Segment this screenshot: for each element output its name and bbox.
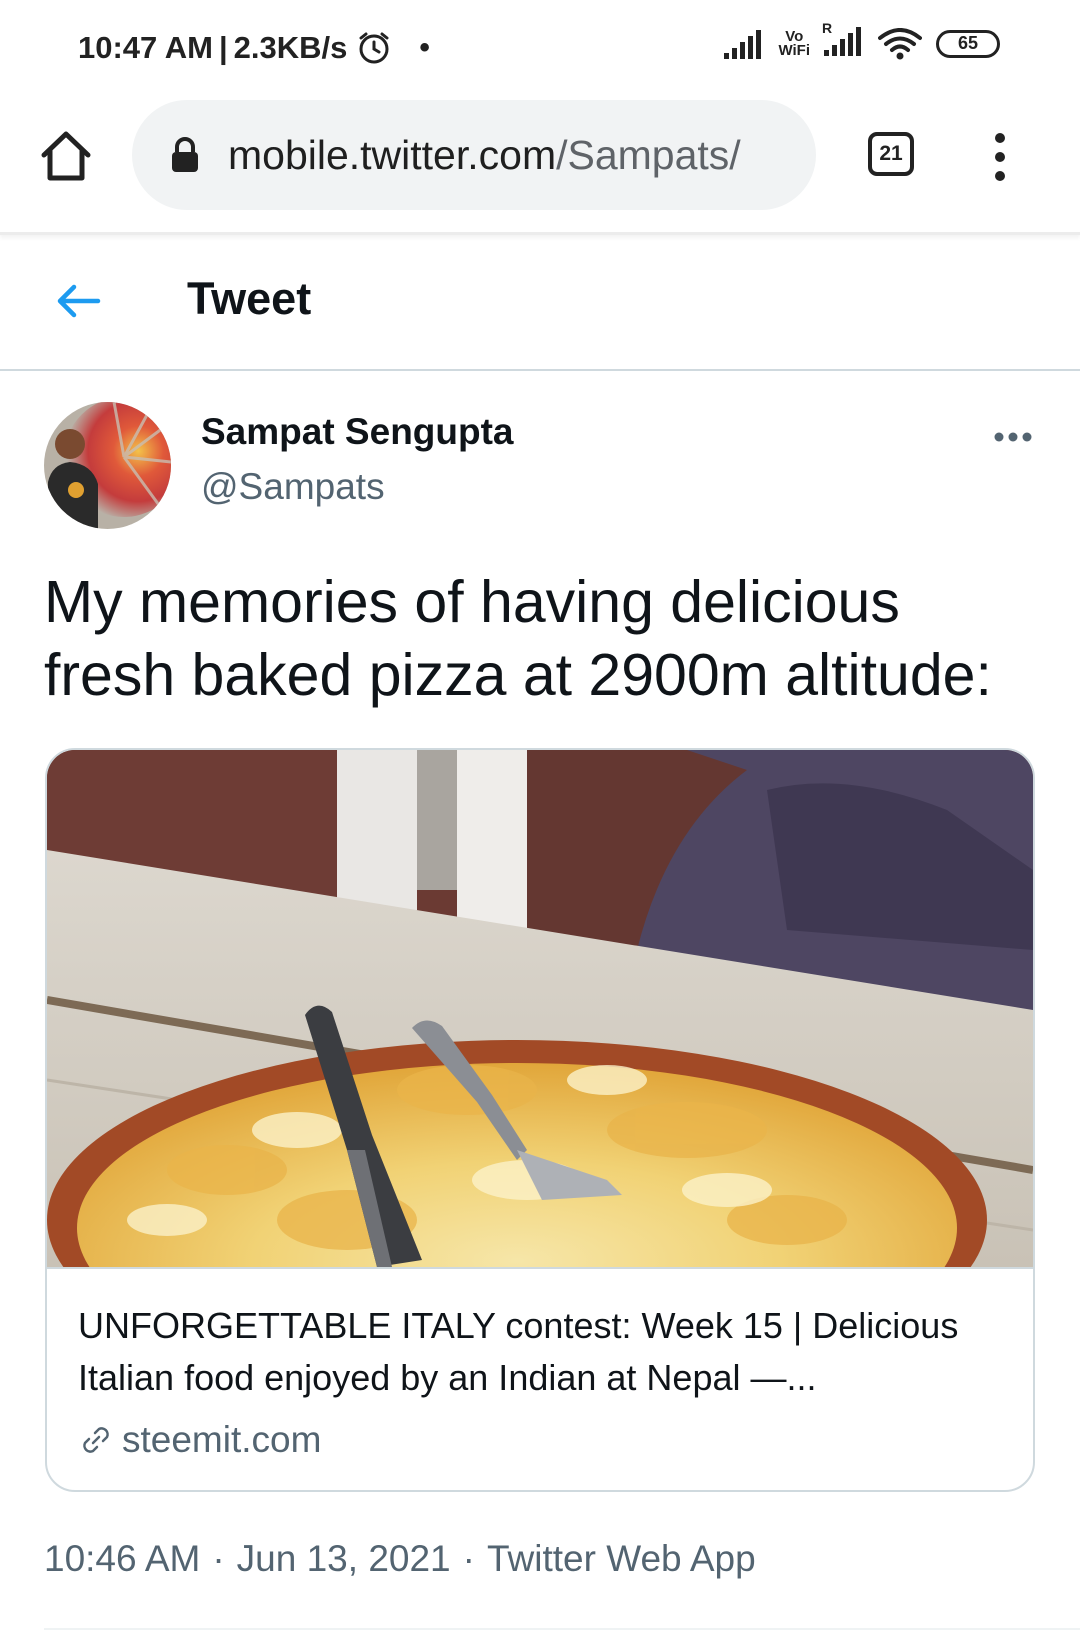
- status-right: Vo WiFi R 65: [724, 20, 1000, 61]
- url-domain: mobile.twitter.com: [228, 131, 557, 178]
- network-speed: 2.3KB/s: [233, 30, 348, 65]
- status-left: 10:47 AM | 2.3KB/s •: [78, 30, 430, 66]
- wifi-icon: [878, 27, 922, 59]
- tweet-date[interactable]: Jun 13, 2021: [237, 1538, 451, 1579]
- card-title[interactable]: UNFORGETTABLE ITALY contest: Week 15 | D…: [78, 1300, 998, 1404]
- tweet-header: Tweet: [0, 235, 1080, 371]
- avatar[interactable]: [44, 402, 171, 529]
- link-preview-card[interactable]: UNFORGETTABLE ITALY contest: Week 15 | D…: [45, 748, 1035, 1492]
- signal-icon: [724, 29, 762, 59]
- signal-roaming-icon: R: [822, 20, 864, 61]
- tab-count: 21: [879, 142, 903, 165]
- overflow-menu-icon[interactable]: [990, 132, 1010, 182]
- tweet-source[interactable]: Twitter Web App: [487, 1538, 756, 1579]
- alarm-icon: [359, 32, 389, 64]
- status-separator: |: [218, 30, 228, 65]
- more-options-icon[interactable]: [993, 430, 1033, 444]
- page-title: Tweet: [187, 273, 312, 324]
- card-image-pizza[interactable]: [47, 750, 1033, 1267]
- battery-level: 65: [957, 33, 979, 53]
- tweet-text: My memories of having delicious fresh ba…: [44, 569, 992, 708]
- url-path: /Sampats/: [556, 131, 741, 178]
- tweet-meta: 10:46 AM · Jun 13, 2021 · Twitter Web App: [44, 1538, 756, 1580]
- roaming-label: R: [822, 20, 833, 36]
- notification-dot: •: [419, 31, 430, 64]
- tweet-time[interactable]: 10:46 AM: [44, 1538, 200, 1579]
- url-bar[interactable]: mobile.twitter.com/Sampats/: [132, 100, 816, 210]
- battery-icon: 65: [936, 29, 1000, 58]
- card-domain-text: steemit.com: [122, 1419, 322, 1460]
- vowifi-bottom: WiFi: [778, 41, 810, 59]
- meta-separator: ·: [462, 1538, 475, 1579]
- lock-icon[interactable]: [170, 137, 200, 173]
- card-body[interactable]: UNFORGETTABLE ITALY contest: Week 15 | D…: [47, 1267, 1033, 1490]
- author-handle[interactable]: @Sampats: [201, 466, 385, 508]
- status-time: 10:47 AM: [78, 30, 213, 65]
- back-arrow-icon[interactable]: [54, 281, 102, 321]
- url-text[interactable]: mobile.twitter.com/Sampats/: [228, 132, 788, 179]
- link-icon: [83, 1427, 109, 1453]
- browser-toolbar: mobile.twitter.com/Sampats/ 21: [0, 92, 1080, 235]
- divider: [44, 1628, 1080, 1630]
- tabs-button[interactable]: 21: [868, 132, 914, 176]
- meta-separator: ·: [212, 1538, 225, 1579]
- vowifi-icon: Vo WiFi: [778, 29, 810, 59]
- status-bar: 10:47 AM | 2.3KB/s • Vo WiFi R 65: [0, 0, 1080, 92]
- author-name[interactable]: Sampat Sengupta: [201, 411, 514, 453]
- home-icon[interactable]: [38, 128, 94, 184]
- card-domain[interactable]: steemit.com: [78, 1419, 321, 1461]
